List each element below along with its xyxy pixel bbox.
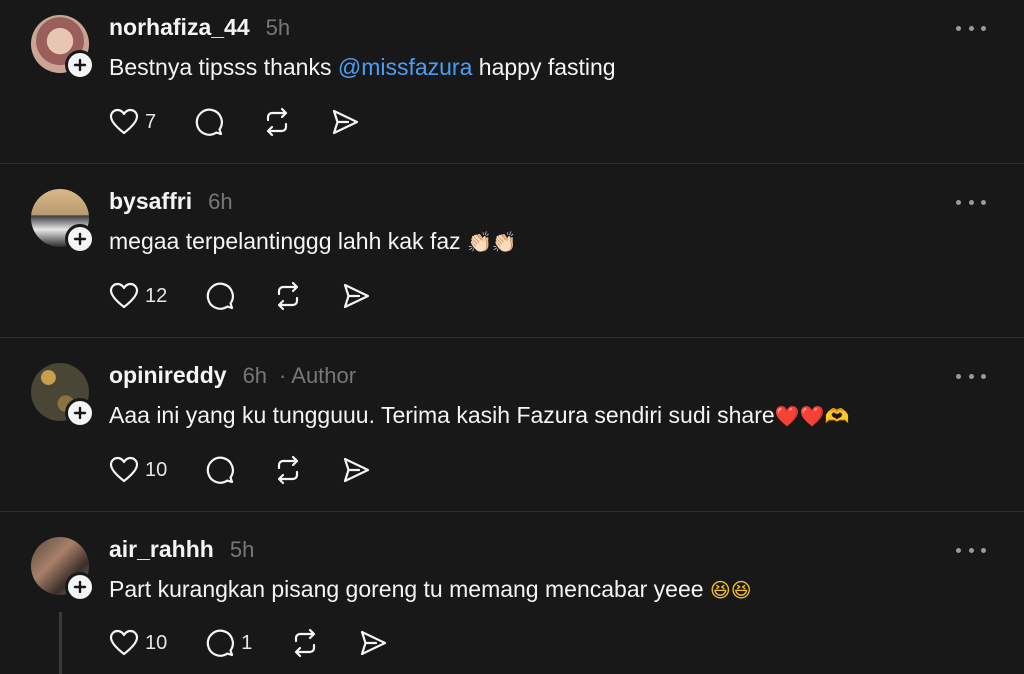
share-button[interactable] [341, 281, 371, 311]
repost-button[interactable] [273, 281, 303, 311]
share-icon [344, 283, 370, 309]
comment-text: Bestnya tipsss thanks @missfazura happy … [109, 54, 616, 81]
share-button[interactable] [341, 455, 371, 485]
like-count: 12 [145, 284, 168, 307]
emoji: 👏🏻👏🏻 [467, 230, 517, 254]
repost-button[interactable] [290, 628, 320, 658]
author-badge: · Author [279, 363, 357, 388]
reply-button[interactable] [194, 107, 224, 137]
divider [0, 511, 1024, 512]
comment-text: megaa terpelantinggg lahh kak faz 👏🏻👏🏻 [109, 228, 517, 255]
share-button[interactable] [330, 107, 360, 137]
follow-plus-icon[interactable] [65, 224, 95, 254]
reply-count: 1 [241, 631, 253, 654]
repost-icon [295, 628, 316, 658]
timestamp: 5h [265, 15, 291, 40]
reply-button[interactable] [205, 455, 235, 485]
share-icon [333, 109, 359, 135]
comment-text: Part kurangkan pisang goreng tu memang m… [109, 576, 752, 603]
emoji: ❤️❤️🫶 [774, 404, 850, 428]
username[interactable]: opinireddy [109, 362, 227, 389]
comment-1: norhafiza_44 5h Bestnya tipsss thanks @m… [0, 0, 1024, 163]
timestamp: 5h [229, 537, 255, 562]
like-button[interactable]: 7 [109, 108, 156, 136]
divider [0, 163, 1024, 164]
repost-button[interactable] [262, 107, 292, 137]
comment-icon [207, 456, 235, 484]
like-button[interactable]: 12 [109, 282, 167, 310]
comment-text-part: happy fasting [472, 54, 616, 80]
like-button[interactable]: 10 [109, 629, 167, 657]
comment-3: opinireddy 6h · Author Aaa ini yang ku t… [0, 348, 1024, 511]
comment-text-part: Bestnya tipsss thanks [109, 54, 338, 80]
username[interactable]: norhafiza_44 [109, 14, 250, 41]
follow-plus-icon[interactable] [65, 572, 95, 602]
repost-button[interactable] [273, 455, 303, 485]
thread-line [59, 612, 62, 674]
timestamp: 6h [208, 189, 233, 214]
like-button[interactable]: 10 [109, 456, 167, 484]
mention-link[interactable]: @missfazura [338, 54, 473, 80]
heart-icon [109, 456, 139, 483]
share-icon [361, 630, 387, 656]
repost-icon [278, 455, 299, 485]
heart-icon [109, 108, 139, 135]
username[interactable]: air_rahhh [109, 536, 214, 563]
timestamp: 6h [242, 363, 268, 388]
follow-plus-icon[interactable] [65, 50, 95, 80]
more-icon[interactable] [956, 196, 986, 208]
comment-icon [207, 282, 235, 310]
comment-text: Aaa ini yang ku tungguuu. Terima kasih F… [109, 402, 849, 429]
heart-icon [109, 282, 139, 309]
heart-icon [109, 629, 139, 656]
username[interactable]: bysaffri [109, 188, 192, 215]
more-icon[interactable] [956, 544, 986, 556]
comment-4: air_rahhh 5h Part kurangkan pisang goren… [0, 522, 1024, 674]
comment-2: bysaffri 6h megaa terpelantinggg lahh ka… [0, 174, 1024, 337]
comment-text-part: Aaa ini yang ku tungguuu. Terima kasih F… [109, 402, 775, 428]
comment-text-part: megaa terpelantinggg lahh kak faz [109, 228, 461, 254]
comment-icon [207, 629, 235, 657]
like-count: 10 [145, 458, 168, 481]
repost-icon [267, 107, 288, 137]
like-count: 7 [145, 110, 157, 133]
like-count: 10 [145, 631, 168, 654]
share-button[interactable] [358, 628, 388, 658]
share-icon [344, 457, 370, 483]
reply-button[interactable] [205, 281, 235, 311]
reply-button[interactable]: 1 [205, 628, 252, 658]
follow-plus-icon[interactable] [65, 398, 95, 428]
comment-icon [195, 108, 224, 136]
comment-text-part: Part kurangkan pisang goreng tu memang m… [109, 576, 704, 602]
more-icon[interactable] [956, 22, 986, 34]
more-icon[interactable] [956, 370, 986, 382]
divider [0, 337, 1024, 338]
repost-icon [278, 281, 299, 311]
emoji: 😆😆 [709, 578, 752, 602]
